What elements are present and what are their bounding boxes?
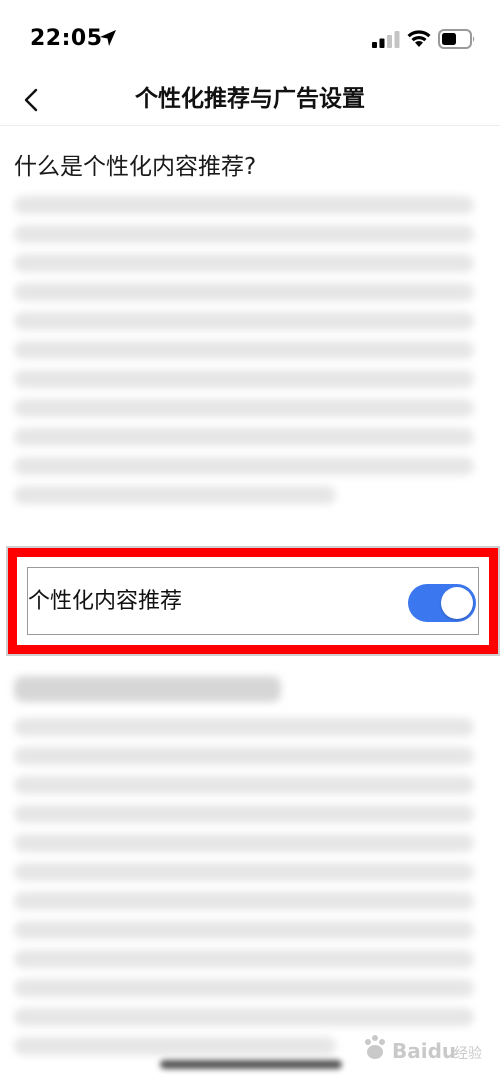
toggle-label: 个性化内容推荐: [28, 589, 183, 614]
blurred-text-line: [14, 950, 474, 968]
blurred-text-line: [14, 921, 474, 939]
baidu-watermark-logo: Baidu 经验: [365, 1035, 482, 1063]
blurred-text-line: [14, 457, 474, 475]
blurred-text-line: [14, 196, 474, 214]
section-heading: 什么是个性化内容推荐?: [14, 154, 257, 180]
location-arrow-icon: [100, 30, 116, 46]
blurred-text-line: [14, 863, 474, 881]
blurred-text-line: [14, 1037, 336, 1055]
blurred-text-line: [14, 979, 474, 997]
blurred-text-line: [14, 341, 474, 359]
highlight-annotation-frame: 个性化内容推荐: [8, 548, 498, 654]
wifi-icon: [407, 30, 431, 47]
cellular-signal-icon: [372, 31, 400, 48]
page-title: 个性化推荐与广告设置: [135, 86, 365, 112]
toggle-knob: [441, 587, 473, 619]
chevron-left-icon[interactable]: [14, 82, 50, 118]
blurred-text-line: [14, 370, 474, 388]
status-bar: 22:05: [0, 0, 500, 78]
blurred-text-line: [14, 283, 474, 301]
blurred-description-paragraph: [14, 196, 474, 515]
blurred-text-line: [14, 892, 474, 910]
blurred-text-line: [14, 312, 474, 330]
blurred-text-line: [14, 1008, 474, 1026]
blurred-text-line: [14, 254, 474, 272]
blurred-text-line: [14, 805, 474, 823]
blurred-text-line: [14, 225, 474, 243]
blurred-ad-section: [14, 676, 474, 1066]
svg-text:经验: 经验: [454, 1046, 482, 1062]
svg-text:Baidu: Baidu: [392, 1039, 456, 1063]
blurred-text-line: [14, 834, 474, 852]
blurred-text-line: [14, 747, 474, 765]
blurred-text-line: [14, 486, 336, 504]
personalized-recommendation-toggle[interactable]: [408, 584, 476, 622]
home-indicator[interactable]: [160, 1060, 342, 1069]
blurred-text-line: [14, 718, 474, 736]
nav-bar: 个性化推荐与广告设置: [0, 78, 500, 126]
blurred-section-heading: [14, 676, 281, 702]
personalized-recommendation-row[interactable]: 个性化内容推荐: [27, 567, 479, 635]
blurred-text-line: [14, 776, 474, 794]
blurred-text-line: [14, 428, 474, 446]
battery-icon: [438, 29, 475, 49]
blurred-text-line: [14, 399, 474, 417]
status-time: 22:05: [30, 26, 103, 51]
